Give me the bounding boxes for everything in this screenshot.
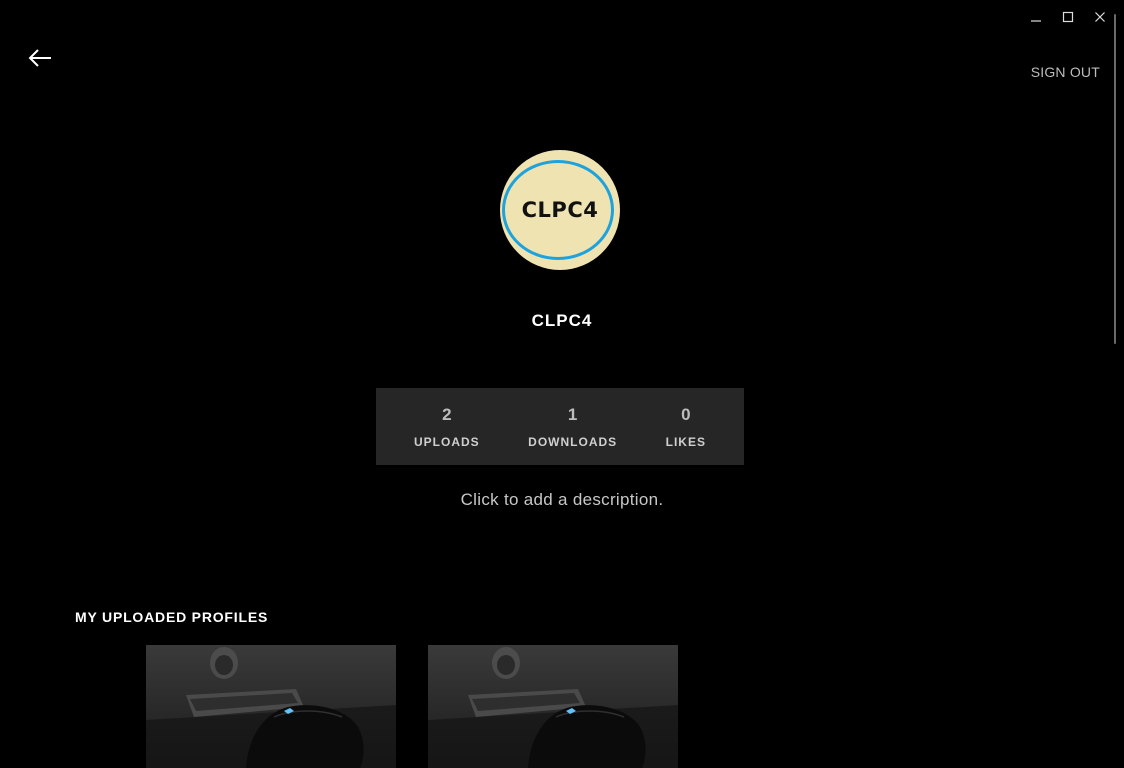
stat-value: 2 <box>442 404 452 424</box>
gaming-mouse-keyboard-photo <box>428 647 678 768</box>
sign-out-button[interactable]: SIGN OUT <box>1031 64 1100 80</box>
gaming-mouse-keyboard-photo <box>146 647 396 768</box>
stats-panel: 2 UPLOADS 1 DOWNLOADS 0 LIKES <box>376 388 744 465</box>
stat-label: DOWNLOADS <box>528 434 618 449</box>
arrow-left-icon <box>28 49 51 67</box>
stat-uploads: 2 UPLOADS <box>414 405 480 449</box>
uploaded-profile-card[interactable] <box>428 645 678 768</box>
stat-value: 0 <box>681 404 691 424</box>
stat-likes: 0 LIKES <box>666 405 706 449</box>
close-icon[interactable] <box>1084 6 1116 28</box>
window-controls <box>1020 6 1116 28</box>
minimize-icon[interactable] <box>1020 6 1052 28</box>
avatar-text: CLPC4 <box>521 198 599 222</box>
stat-downloads: 1 DOWNLOADS <box>528 405 617 449</box>
app-window: SIGN OUT CLPC4 CLPC4 2 UPLOADS 1 DOWNLOA… <box>0 0 1124 768</box>
scrollbar[interactable] <box>1114 14 1116 344</box>
stat-label: LIKES <box>665 434 706 449</box>
stat-label: UPLOADS <box>414 434 480 449</box>
back-button[interactable] <box>26 46 54 70</box>
stat-value: 1 <box>567 404 578 424</box>
uploaded-profiles-heading: MY UPLOADED PROFILES <box>75 609 269 625</box>
profile-description[interactable]: Click to add a description. <box>0 490 1124 510</box>
username: CLPC4 <box>531 311 593 330</box>
maximize-icon[interactable] <box>1052 6 1084 28</box>
uploaded-profile-card[interactable] <box>146 645 396 768</box>
avatar[interactable]: CLPC4 <box>500 150 620 270</box>
